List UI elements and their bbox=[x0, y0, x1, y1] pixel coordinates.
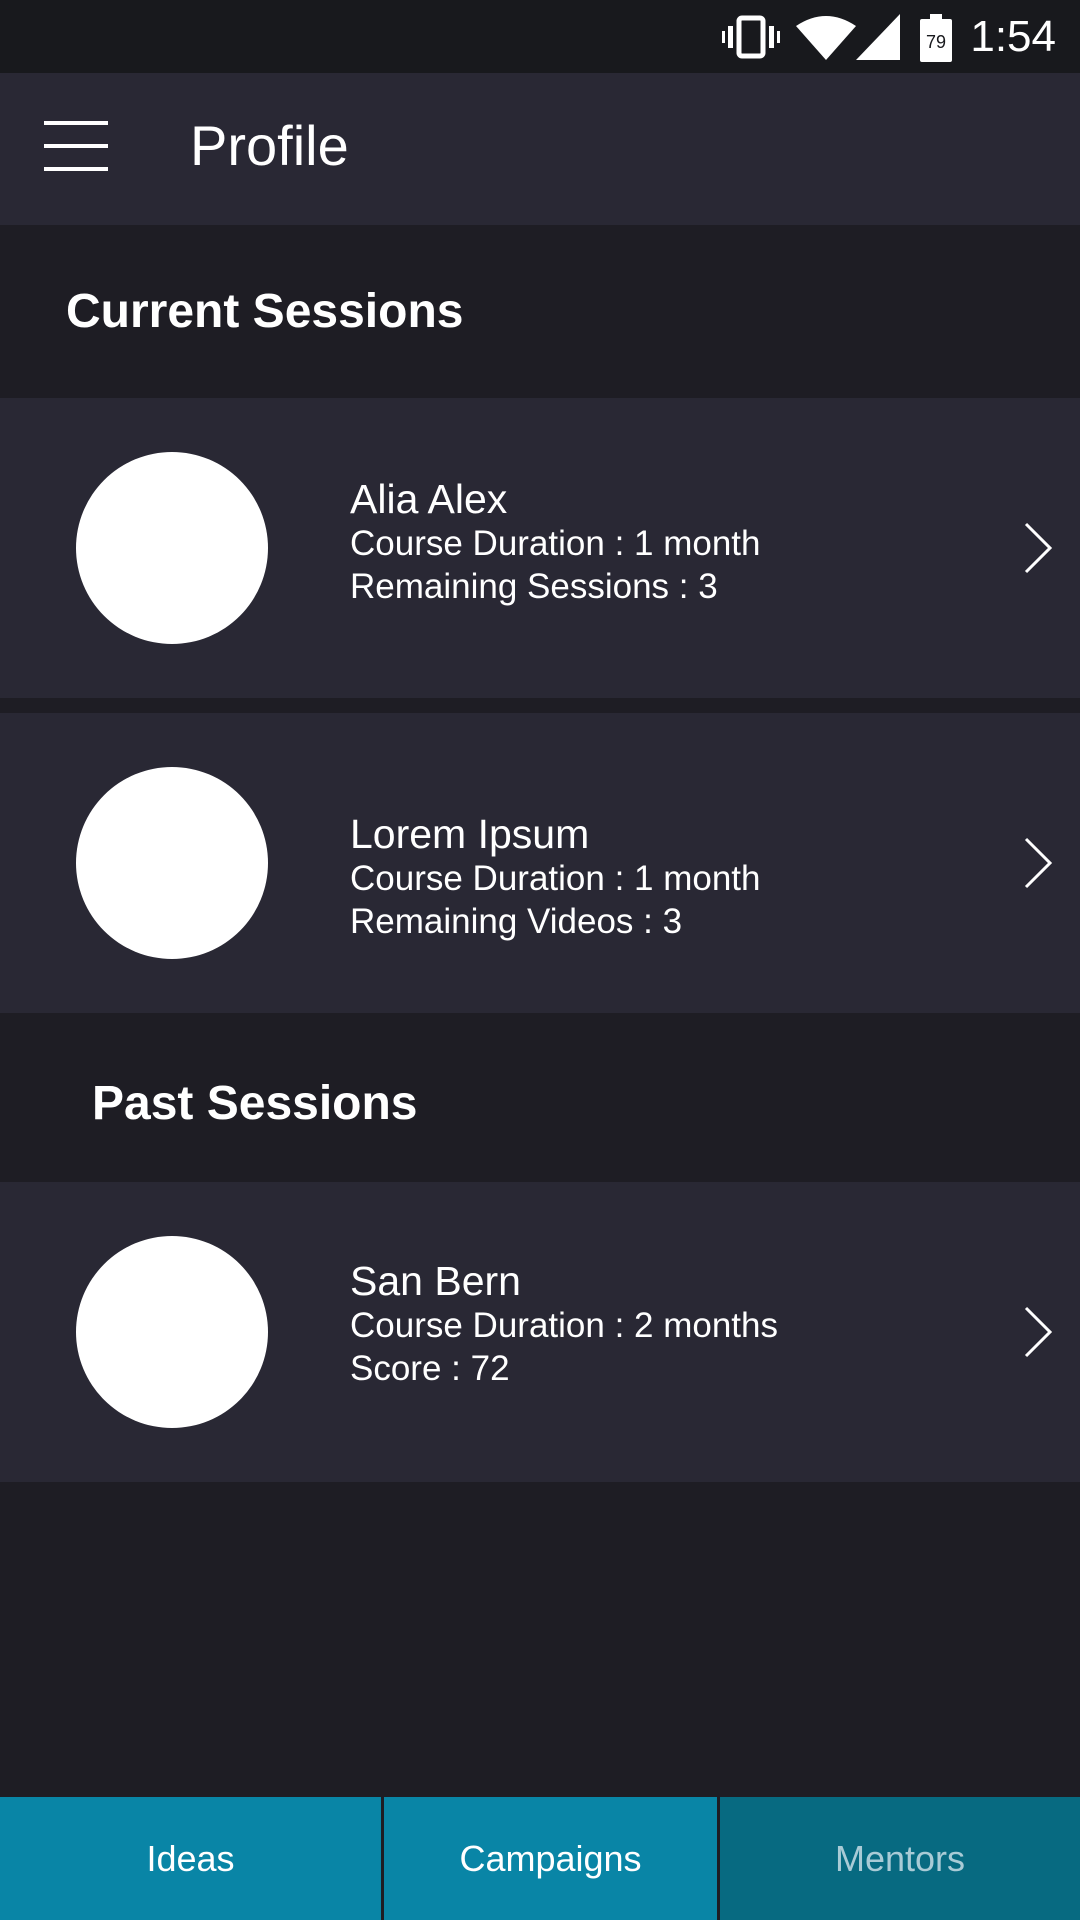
past-sessions-header: Past Sessions bbox=[0, 1013, 1080, 1182]
status-bar: 79 1:54 bbox=[0, 0, 1080, 73]
avatar bbox=[76, 767, 268, 959]
avatar bbox=[76, 452, 268, 644]
session-card-san-bern[interactable]: San Bern Course Duration : 2 months Scor… bbox=[0, 1182, 1080, 1482]
wifi-icon bbox=[796, 16, 856, 60]
course-duration: Course Duration : 1 month bbox=[350, 524, 761, 563]
tab-campaigns[interactable]: Campaigns bbox=[384, 1797, 717, 1920]
session-name: San Bern bbox=[350, 1258, 521, 1304]
chevron-right-icon[interactable] bbox=[1018, 518, 1058, 578]
score: Score : 72 bbox=[350, 1349, 510, 1388]
remaining-sessions: Remaining Sessions : 3 bbox=[350, 567, 718, 606]
avatar bbox=[76, 1236, 268, 1428]
tab-ideas[interactable]: Ideas bbox=[0, 1797, 381, 1920]
current-sessions-header: Current Sessions bbox=[0, 225, 1080, 398]
course-duration: Course Duration : 2 months bbox=[350, 1306, 778, 1345]
page-title: Profile bbox=[190, 114, 349, 177]
chevron-right-icon[interactable] bbox=[1018, 833, 1058, 893]
vibrate-icon bbox=[722, 15, 780, 59]
session-name: Alia Alex bbox=[350, 476, 508, 522]
current-sessions-title: Current Sessions bbox=[66, 285, 464, 338]
remaining-videos: Remaining Videos : 3 bbox=[350, 902, 683, 941]
battery-icon: 79 bbox=[920, 14, 952, 62]
course-duration: Course Duration : 1 month bbox=[350, 859, 761, 898]
bottom-nav: Ideas Campaigns Mentors bbox=[0, 1797, 1080, 1920]
signal-icon bbox=[856, 14, 900, 60]
hamburger-menu-icon[interactable] bbox=[44, 121, 108, 171]
svg-text:79: 79 bbox=[926, 32, 946, 52]
chevron-right-icon[interactable] bbox=[1018, 1302, 1058, 1362]
session-card-lorem-ipsum[interactable]: Lorem Ipsum Course Duration : 1 month Re… bbox=[0, 713, 1080, 1013]
app-bar: Profile bbox=[0, 73, 1080, 225]
session-card-alia-alex[interactable]: Alia Alex Course Duration : 1 month Rema… bbox=[0, 398, 1080, 698]
session-name: Lorem Ipsum bbox=[350, 811, 590, 857]
past-sessions-title: Past Sessions bbox=[92, 1077, 418, 1130]
status-time: 1:54 bbox=[970, 12, 1056, 61]
tab-mentors[interactable]: Mentors bbox=[720, 1797, 1080, 1920]
